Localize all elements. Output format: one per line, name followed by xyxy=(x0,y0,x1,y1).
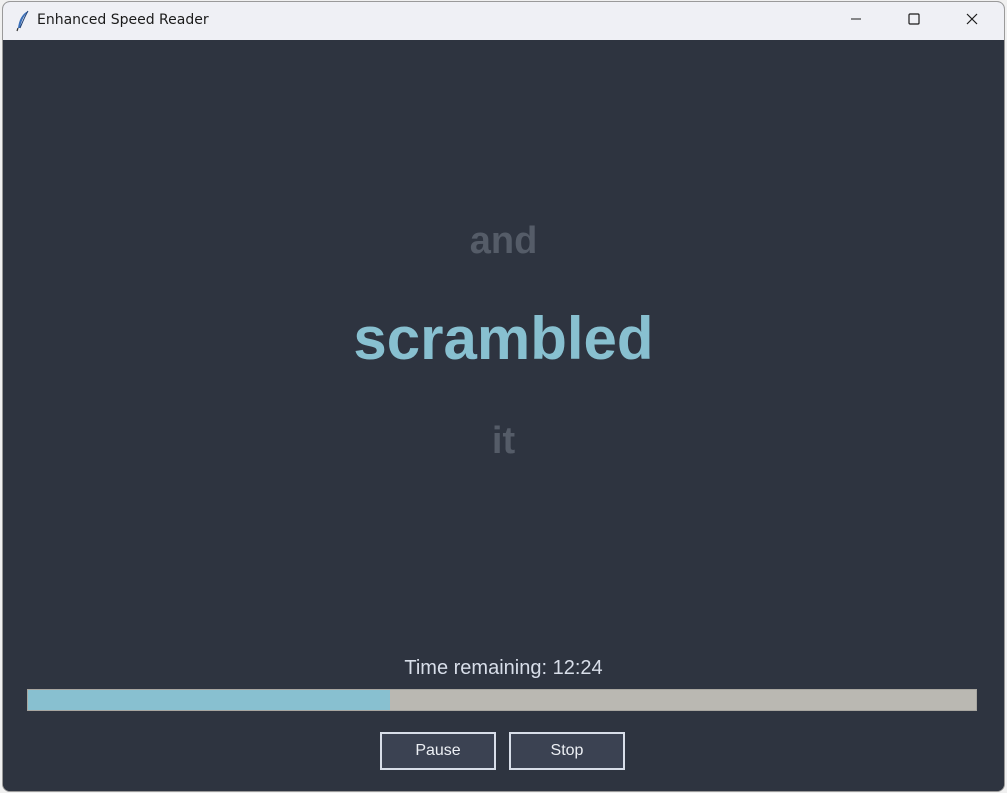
title-bar[interactable]: Enhanced Speed Reader xyxy=(3,2,1004,40)
previous-word: and xyxy=(469,220,538,262)
feather-icon xyxy=(15,10,31,32)
close-button[interactable] xyxy=(943,2,1001,40)
minimize-icon xyxy=(850,12,862,30)
next-word: it xyxy=(491,420,516,462)
maximize-icon xyxy=(908,12,920,30)
time-remaining-label: Time remaining: 12:24 xyxy=(404,657,603,679)
app-window: Enhanced Speed Reader and scrambled it T… xyxy=(2,1,1005,792)
current-word: scrambled xyxy=(353,305,654,372)
reader-area: and scrambled it Time remaining: 12:24 P… xyxy=(3,40,1004,791)
progress-bar xyxy=(27,689,977,711)
window-title: Enhanced Speed Reader xyxy=(37,12,209,28)
progress-bar-fill xyxy=(28,690,391,710)
stop-button[interactable]: Stop xyxy=(509,732,625,770)
minimize-button[interactable] xyxy=(827,2,885,40)
maximize-button[interactable] xyxy=(885,2,943,40)
pause-button[interactable]: Pause xyxy=(380,732,496,770)
close-icon xyxy=(966,12,978,30)
